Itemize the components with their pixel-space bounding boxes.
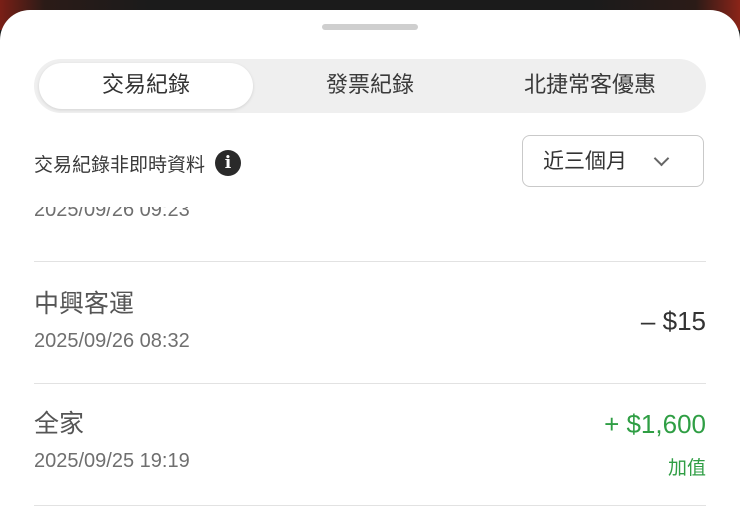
transaction-amount: + $1,600 — [604, 409, 706, 439]
non-realtime-notice: 交易紀錄非即時資料 i — [34, 150, 242, 176]
transaction-datetime: 2025/09/25 19:19 — [34, 450, 190, 472]
transaction-merchant: 中興客運 — [34, 289, 135, 318]
transaction-datetime: 2025/09/26 09:23 — [34, 207, 190, 221]
notice-text: 交易紀錄非即時資料 — [34, 153, 206, 176]
sheet-grabber-handle[interactable] — [322, 24, 418, 30]
transaction-type-label: 加值 — [667, 457, 706, 479]
transaction-datetime: 2025/09/26 08:32 — [34, 330, 190, 352]
list-item[interactable]: 2025/09/26 09:23 — [34, 207, 706, 239]
period-dropdown[interactable]: 近三個月 — [522, 135, 704, 187]
transaction-list[interactable]: 2025/09/26 09:23 中興客運 2025/09/26 08:32 –… — [0, 207, 740, 510]
transaction-amount: – $15 — [640, 306, 706, 336]
records-tab-bar: 交易紀錄 發票紀錄 北捷常客優惠 — [34, 59, 706, 113]
divider — [34, 505, 706, 506]
tab-frequent-rider-discount[interactable]: 北捷常客優惠 — [480, 59, 700, 113]
tab-invoices[interactable]: 發票紀錄 — [262, 59, 478, 113]
tab-transactions[interactable]: 交易紀錄 — [39, 63, 253, 109]
list-item[interactable]: 全家 2025/09/25 19:19 + $1,600 加值 — [34, 384, 706, 504]
chevron-down-icon — [653, 150, 670, 167]
period-selected-value: 近三個月 — [543, 149, 627, 173]
list-item[interactable]: 中興客運 2025/09/26 08:32 – $15 — [34, 262, 706, 382]
info-icon[interactable]: i — [215, 150, 242, 176]
transaction-merchant: 全家 — [34, 409, 85, 438]
